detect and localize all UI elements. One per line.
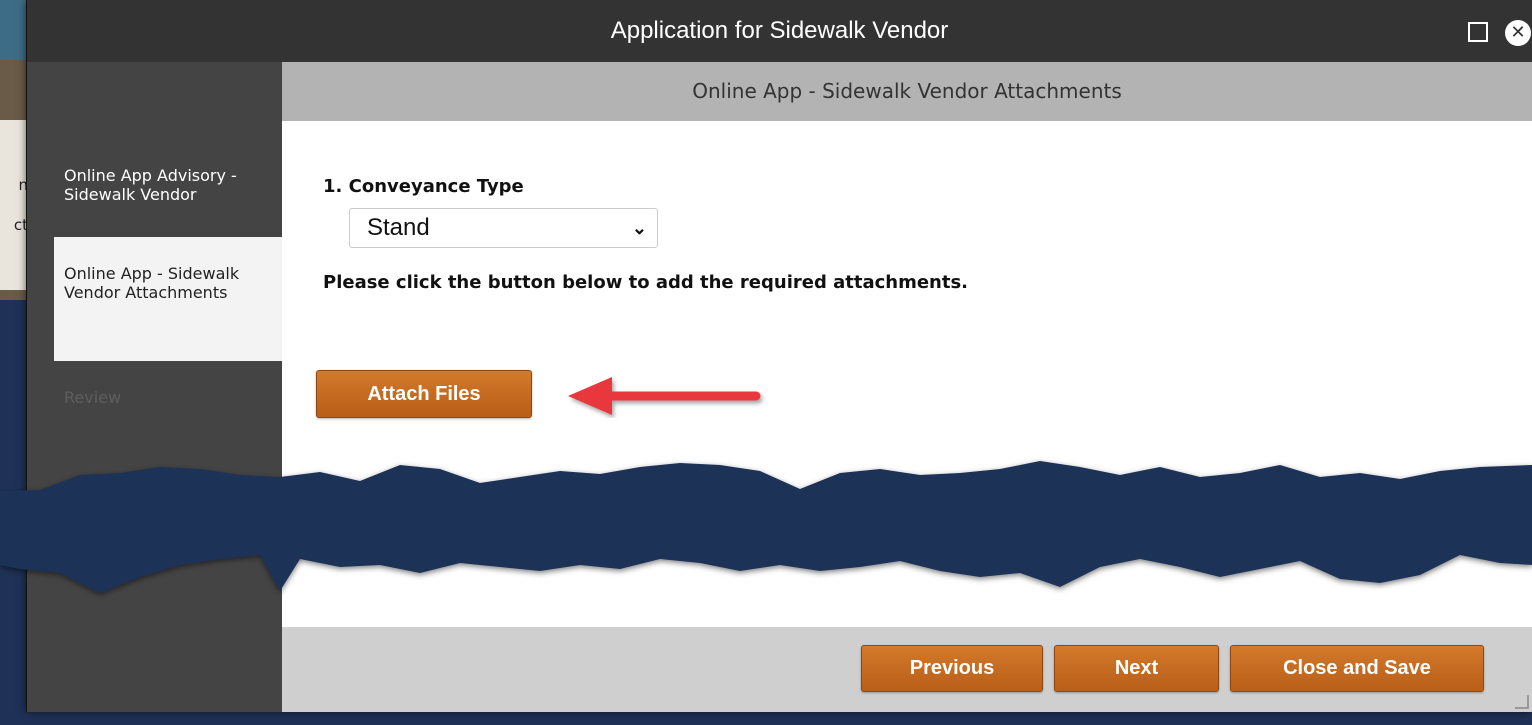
previous-button[interactable]: Previous (861, 645, 1043, 692)
conveyance-type-select[interactable]: Stand ⌄ (349, 208, 658, 248)
window-title: Application for Sidewalk Vendor (610, 17, 949, 44)
maximize-button[interactable] (1466, 20, 1490, 44)
title-bar: Application for Sidewalk Vendor ✕ (27, 0, 1532, 62)
close-button[interactable]: ✕ (1504, 19, 1532, 47)
section-title: Online App - Sidewalk Vendor Attachments (282, 62, 1532, 121)
chevron-down-icon: ⌄ (631, 218, 647, 238)
sidebar-item-label: Online App - Sidewalk Vendor Attachments (64, 264, 240, 302)
close-icon: ✕ (1505, 20, 1531, 46)
wizard-sidebar: Online App Advisory - Sidewalk Vendor On… (27, 62, 282, 712)
resize-grip[interactable] (1515, 695, 1529, 709)
next-button[interactable]: Next (1054, 645, 1219, 692)
sidebar-item-review: Review (64, 388, 122, 407)
attach-files-button[interactable]: Attach Files (316, 370, 532, 418)
close-and-save-button[interactable]: Close and Save (1230, 645, 1484, 692)
sidebar-item-advisory[interactable]: Online App Advisory - Sidewalk Vendor (54, 166, 282, 204)
application-dialog: Application for Sidewalk Vendor ✕ Online… (26, 0, 1532, 712)
main-panel: Online App - Sidewalk Vendor Attachments… (282, 62, 1532, 712)
red-arrow-annotation (568, 377, 761, 415)
maximize-icon (1468, 22, 1488, 42)
torn-edge-band (0, 461, 1532, 593)
attachment-instructions: Please click the button below to add the… (323, 272, 969, 293)
conveyance-type-label: 1. Conveyance Type (323, 176, 524, 197)
sidebar-item-attachments[interactable]: Online App - Sidewalk Vendor Attachments (54, 237, 282, 361)
select-value: Stand (367, 214, 430, 241)
wizard-footer: Previous Next Close and Save (282, 627, 1532, 712)
